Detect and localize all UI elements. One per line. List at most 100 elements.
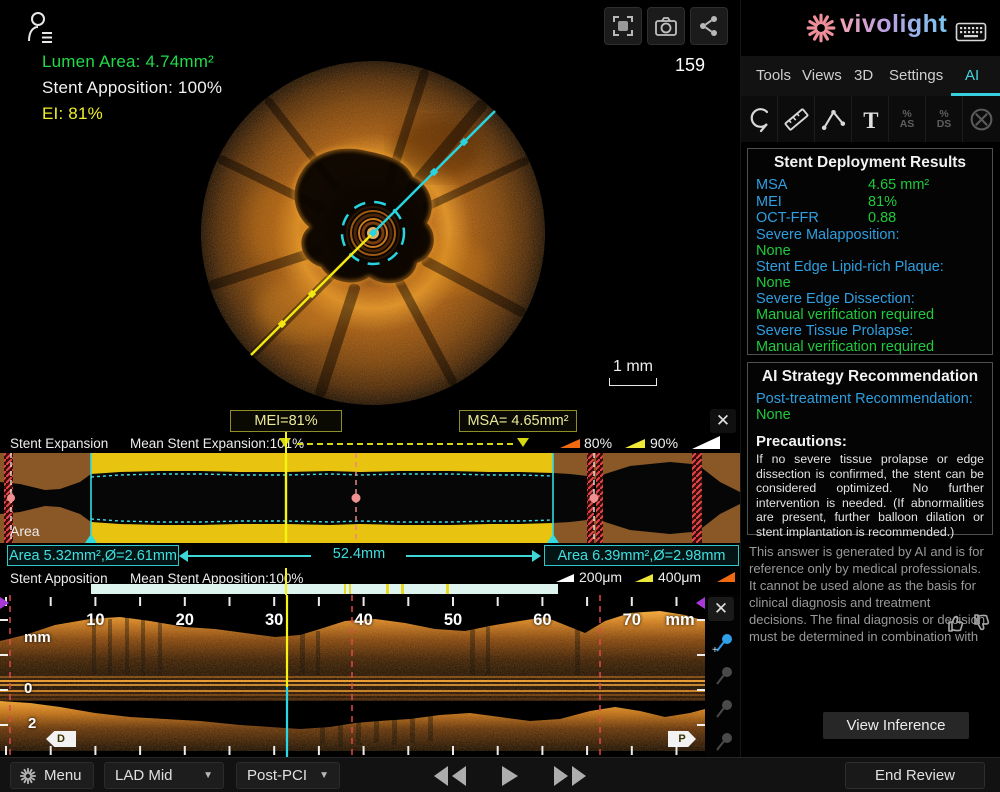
proximal-reference-measure: Area 6.39mm²,Ø=2.98mm xyxy=(544,545,739,566)
current-frame-line-apposition xyxy=(285,568,287,595)
tab-ai[interactable]: AI xyxy=(965,67,979,84)
rewind-button[interactable] xyxy=(428,764,472,788)
apposition-mark xyxy=(386,584,389,594)
oct-tomogram-image[interactable] xyxy=(197,57,549,408)
mei-marker-box[interactable]: MEI=81% xyxy=(230,410,342,432)
apposition-bar[interactable] xyxy=(91,584,558,594)
area-stenosis-tool[interactable]: %AS xyxy=(889,96,926,142)
fast-forward-icon xyxy=(548,764,592,788)
thumbs-down-button[interactable] xyxy=(971,612,993,634)
metric-value: 81% xyxy=(868,194,897,211)
ruler-icon xyxy=(783,106,810,133)
metric-label: OCT-FFR xyxy=(756,210,819,226)
ruler-number-10: 10 xyxy=(80,611,110,630)
apposition-legend-400-icon xyxy=(635,574,653,582)
angle-tool[interactable] xyxy=(815,96,852,142)
precautions-text: If no severe tissue prolapse or edge dis… xyxy=(756,452,984,540)
lasso-icon xyxy=(746,105,773,133)
distal-reference-measure: Area 5.32mm²,Ø=2.61mm xyxy=(7,545,179,566)
scale-label: 1 mm xyxy=(598,358,668,376)
ai-strategy-box: AI Strategy Recommendation Post-treatmen… xyxy=(747,362,993,535)
stent-length-label: 52.4mm xyxy=(315,546,403,562)
vessel-select-value: LAD Mid xyxy=(115,767,173,784)
tab-bar: Tools Views 3D Settings AI xyxy=(741,56,1000,96)
tab-views[interactable]: Views xyxy=(802,67,842,84)
percent-ds-icon: %DS xyxy=(937,109,952,129)
metric-value: 4.65 mm² xyxy=(868,177,929,194)
expansion-legend-90-icon xyxy=(625,439,645,448)
end-review-button[interactable]: End Review xyxy=(845,762,985,789)
depth-two-label: 2 xyxy=(28,715,36,732)
stent-deployment-results-box: Stent Deployment Results MSA 4.65 mm² ME… xyxy=(747,148,993,355)
phase-select[interactable]: Post-PCI ▼ xyxy=(236,762,340,789)
apposition-mark xyxy=(446,584,449,594)
text-tool-icon: T xyxy=(857,106,884,133)
finding-label: Stent Edge Lipid-rich Plaque: xyxy=(756,259,984,275)
area-axis-label: Area xyxy=(10,523,40,539)
menu-button[interactable]: Menu xyxy=(10,762,94,789)
view-inference-button[interactable]: View Inference xyxy=(823,712,969,739)
oct-review-app: Lumen Area: 4.74mm² Stent Apposition: 10… xyxy=(0,0,1000,792)
length-line-left xyxy=(183,555,311,557)
apposition-legend-200-label: 200μm xyxy=(579,569,622,585)
tab-settings[interactable]: Settings xyxy=(889,67,943,84)
recommendation-label: Post-treatment Recommendation: xyxy=(756,391,984,407)
frame-number: 159 xyxy=(640,55,705,76)
msa-pointer-icon xyxy=(517,438,529,447)
clear-annotations-tool[interactable] xyxy=(963,96,999,142)
mean-expansion-label: Mean Stent Expansion:101% xyxy=(130,436,304,451)
expansion-legend-100-icon xyxy=(692,436,720,449)
keyboard-icon[interactable] xyxy=(955,22,987,42)
metric-value: 0.88 xyxy=(868,210,896,227)
fit-screen-icon xyxy=(610,13,636,39)
rewind-icon xyxy=(428,764,472,788)
apposition-mark xyxy=(344,584,346,594)
tab-tools[interactable]: Tools xyxy=(756,67,791,84)
expansion-strip-graph[interactable] xyxy=(0,453,740,543)
stent-expansion-panel: MEI=81% MSA= 4.65mm² ✕ Stent Expansion M… xyxy=(0,408,740,568)
marker-connector-line xyxy=(297,443,513,445)
play-button[interactable] xyxy=(496,764,522,788)
recommendation-value: None xyxy=(756,407,984,424)
right-panel: vivolight Tools Views 3D Settings AI xyxy=(740,0,1000,757)
expansion-legend-90-label: 90% xyxy=(650,435,678,451)
finding-value: Manual verification required xyxy=(756,307,984,323)
vivolight-logo-icon xyxy=(805,12,837,44)
ruler-tool[interactable] xyxy=(778,96,815,142)
chevron-down-icon: ▼ xyxy=(203,770,213,781)
bookmark-slot-1[interactable] xyxy=(708,662,737,690)
length-arrow-left-icon xyxy=(179,550,188,562)
length-arrow-right-icon xyxy=(532,550,541,562)
depth-zero-label: 0 xyxy=(24,680,32,697)
angle-icon xyxy=(820,106,847,133)
ruler-number-60: 60 xyxy=(527,611,557,630)
snapshot-button[interactable] xyxy=(647,7,685,45)
pin-icon xyxy=(711,730,735,754)
vessel-select[interactable]: LAD Mid ▼ xyxy=(104,762,224,789)
patient-info-icon[interactable] xyxy=(26,10,58,46)
bookmark-slot-3[interactable] xyxy=(708,728,737,756)
ruler-number-50: 50 xyxy=(438,611,468,630)
ruler-number-70: 70 xyxy=(617,611,647,630)
text-annotation-tool[interactable]: T xyxy=(852,96,889,142)
msa-marker-box[interactable]: MSA= 4.65mm² xyxy=(459,410,577,432)
scale-bar: 1 mm xyxy=(598,358,668,386)
bookmark-slot-2[interactable] xyxy=(708,695,737,723)
fast-forward-button[interactable] xyxy=(548,764,592,788)
diameter-stenosis-tool[interactable]: %DS xyxy=(926,96,963,142)
tab-3d[interactable]: 3D xyxy=(854,67,873,84)
metric-label: MSA xyxy=(756,177,787,193)
close-expansion-panel-button[interactable]: ✕ xyxy=(710,409,736,433)
fit-screen-button[interactable] xyxy=(604,7,642,45)
share-button[interactable] xyxy=(690,7,728,45)
thumbs-up-button[interactable] xyxy=(945,612,967,634)
phase-select-value: Post-PCI xyxy=(247,767,307,784)
metric-msa: MSA 4.65 mm² xyxy=(756,177,984,194)
share-icon xyxy=(696,13,722,39)
pin-add-icon: + xyxy=(711,631,735,655)
add-bookmark-button[interactable]: + xyxy=(708,629,737,657)
area-trace-tool[interactable] xyxy=(741,96,778,142)
close-longitudinal-button[interactable]: ✕ xyxy=(708,597,734,621)
finding-label: Severe Edge Dissection: xyxy=(756,291,984,307)
ruler-number-40: 40 xyxy=(349,611,379,630)
